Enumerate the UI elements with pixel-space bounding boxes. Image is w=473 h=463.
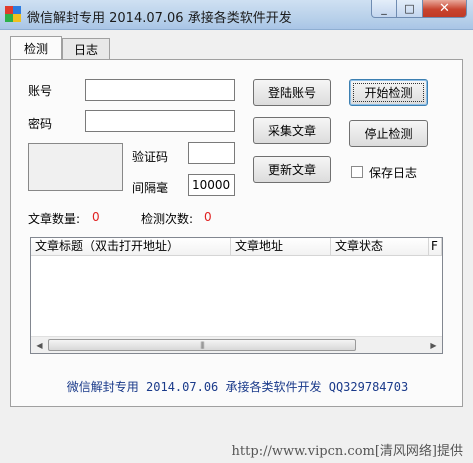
check-count-label: 检测次数: bbox=[141, 212, 194, 226]
table-header: 文章标题（双击打开地址） 文章地址 文章状态 F bbox=[31, 238, 442, 256]
captcha-input[interactable] bbox=[188, 142, 235, 164]
column-header-status[interactable]: 文章状态 bbox=[331, 238, 429, 256]
maximize-button[interactable]: □ bbox=[397, 0, 423, 18]
articles-table[interactable]: 文章标题（双击打开地址） 文章地址 文章状态 F ◀ ||| ▶ bbox=[30, 237, 443, 354]
window-controls: _ □ ✕ bbox=[371, 0, 467, 18]
tab-detect[interactable]: 检测 bbox=[10, 36, 62, 59]
scroll-right-icon[interactable]: ▶ bbox=[425, 337, 442, 353]
grip-icon: ||| bbox=[199, 341, 205, 349]
captcha-image[interactable] bbox=[28, 143, 123, 191]
article-count-value: 0 bbox=[92, 210, 100, 224]
column-header-extra[interactable]: F bbox=[429, 238, 442, 256]
scrollbar-thumb[interactable]: ||| bbox=[48, 339, 356, 351]
interval-input[interactable] bbox=[188, 174, 235, 196]
detect-panel: 账号 密码 验证码 间隔毫 登陆账号 采集文章 更新文章 开始检测 停止检测 保… bbox=[10, 59, 463, 407]
horizontal-scrollbar[interactable]: ◀ ||| ▶ bbox=[31, 336, 442, 353]
captcha-label: 验证码 bbox=[132, 150, 169, 164]
focus-ring bbox=[353, 83, 424, 102]
update-articles-button[interactable]: 更新文章 bbox=[253, 156, 331, 183]
password-label: 密码 bbox=[28, 117, 53, 131]
tab-log[interactable]: 日志 bbox=[62, 38, 110, 59]
article-count-label: 文章数量: bbox=[28, 212, 81, 226]
check-count-value: 0 bbox=[204, 210, 212, 224]
close-button[interactable]: ✕ bbox=[423, 0, 467, 18]
password-input[interactable] bbox=[85, 110, 235, 132]
column-header-url[interactable]: 文章地址 bbox=[231, 238, 331, 256]
scroll-left-icon[interactable]: ◀ bbox=[31, 337, 48, 353]
footer-info: 微信解封专用 2014.07.06 承接各类软件开发 QQ329784703 bbox=[66, 380, 409, 394]
collect-articles-button[interactable]: 采集文章 bbox=[253, 117, 331, 144]
stop-detect-button[interactable]: 停止检测 bbox=[349, 120, 428, 147]
save-log-checkbox[interactable] bbox=[351, 166, 363, 178]
start-detect-button[interactable]: 开始检测 bbox=[349, 79, 428, 106]
column-header-title[interactable]: 文章标题（双击打开地址） bbox=[31, 238, 231, 256]
app-icon bbox=[5, 6, 21, 22]
title-bar: 微信解封专用 2014.07.06 承接各类软件开发 _ □ ✕ bbox=[0, 0, 473, 30]
account-input[interactable] bbox=[85, 79, 235, 101]
interval-label: 间隔毫 bbox=[132, 181, 169, 195]
window-title: 微信解封专用 2014.07.06 承接各类软件开发 bbox=[27, 11, 292, 26]
save-log-label: 保存日志 bbox=[369, 166, 418, 180]
minimize-button[interactable]: _ bbox=[371, 0, 397, 18]
account-label: 账号 bbox=[28, 84, 53, 98]
login-button[interactable]: 登陆账号 bbox=[253, 79, 331, 106]
watermark: http://www.vipcn.com[清风网络]提供 bbox=[231, 444, 463, 459]
